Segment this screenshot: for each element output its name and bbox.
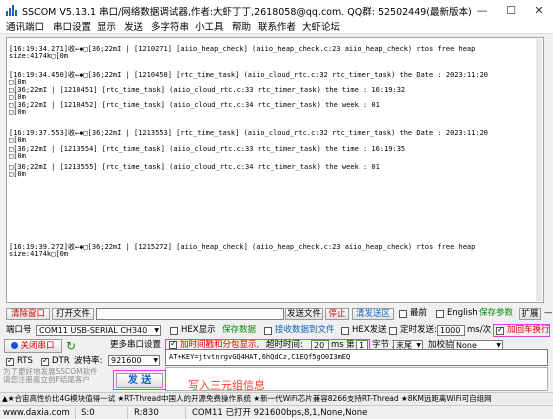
log-line: size:4174k□[0m	[9, 52, 69, 60]
port-label: 端口号	[6, 325, 32, 335]
port-open-icon	[11, 342, 19, 349]
expand-button[interactable]: 扩展	[519, 308, 541, 320]
add-crlf-checkbox[interactable]	[496, 325, 504, 335]
log-line: □[0m	[9, 136, 26, 144]
received-count: R:830	[131, 407, 186, 419]
open-file-button[interactable]: 打开文件	[52, 308, 94, 320]
log-line: □[0m	[9, 152, 26, 160]
send-text-input[interactable]: AT+KEY=jtvtnrgvGQ4HAT,6hQdCz,C1EQf5gO0I3…	[165, 349, 548, 366]
clear-send-area-button[interactable]: 清发送区	[352, 308, 394, 320]
hex-send-label: HEX发送	[352, 325, 387, 335]
log-line: size:4174k□[0m	[9, 250, 69, 258]
recv-to-file-checkbox[interactable]	[264, 327, 272, 335]
baud-label: 波特率:	[74, 356, 103, 366]
close-port-button[interactable]: 关闭串口	[4, 339, 62, 353]
log-line: □[0m	[9, 170, 26, 178]
timed-send-checkbox[interactable]	[389, 327, 397, 335]
receive-log[interactable]: [16:19:34.271]收←◆□[36;22mI | [1210271] […	[6, 37, 544, 303]
log-line: □[36;22mI | [1213554] [rtc_time_task] (a…	[9, 145, 406, 153]
rts-checkbox[interactable]	[6, 356, 14, 366]
maximize-button[interactable]: ☐	[497, 0, 525, 21]
sscom-window: SSCOM V5.13.1 串口/网络数据调试器,作者:大虾丁丁,2618058…	[0, 0, 553, 419]
log-line: [16:19:34.271]收←◆□[36;22mI | [1210271] […	[9, 45, 476, 53]
menu-comm-port[interactable]: 通讯端口	[6, 21, 44, 34]
log-line: [16:19:39.272]收←◆□[36;22mI | [1215272] […	[9, 243, 476, 251]
website-link[interactable]: www.daxia.com	[0, 407, 76, 419]
ad-ticker[interactable]: ▲★合宙高性价比4G模块值得一试 ★RT-Thread中国人的开源免费操作系统 …	[0, 392, 553, 404]
menu-forum[interactable]: 大虾论坛	[302, 21, 340, 34]
recv-to-file-label: 接收数据到文件	[275, 325, 335, 335]
menu-display[interactable]: 显示	[97, 21, 116, 34]
menu-send[interactable]: 发送	[124, 21, 143, 34]
app-icon	[6, 5, 17, 16]
collapse-button[interactable]: —	[544, 308, 553, 319]
send-file-button[interactable]: 发送文件	[285, 308, 323, 320]
window-title: SSCOM V5.13.1 串口/网络数据调试器,作者:大虾丁丁,2618058…	[22, 7, 472, 18]
always-on-top-label: 最前	[410, 308, 428, 318]
port-status: COM11 已打开 921600bps,8,1,None,None	[192, 408, 368, 418]
log-line: □[36;22mI | [1213555] [rtc_time_task] (a…	[9, 163, 380, 171]
file-path-field[interactable]	[96, 308, 284, 320]
always-on-top-checkbox[interactable]	[399, 310, 407, 318]
save-data-button[interactable]: 保存数据	[222, 325, 256, 336]
menu-multi-string[interactable]: 多字符串	[151, 21, 189, 34]
add-crlf-label: 加回车换行	[507, 325, 550, 335]
minimize-button[interactable]: —	[468, 0, 496, 21]
timed-send-label: 定时发送:	[400, 325, 437, 335]
refresh-icon[interactable]: ↻	[66, 339, 76, 353]
hex-display-label: HEX显示	[181, 325, 216, 335]
log-line: □[36;22mI | [1210452] [rtc_time_task] (a…	[9, 101, 380, 109]
menu-contact-author[interactable]: 联系作者	[258, 21, 296, 34]
dtr-checkbox[interactable]	[41, 356, 49, 366]
clear-window-button[interactable]: 清除窗口	[6, 308, 50, 320]
hex-display-checkbox[interactable]	[170, 327, 178, 335]
promo-text: 为了更好地发展SSCOM软件 请您注册嘉立创F结尾客户	[3, 367, 98, 384]
log-line: □[0m	[9, 93, 26, 101]
english-checkbox[interactable]	[436, 310, 444, 318]
rts-label: RTS	[17, 356, 33, 366]
more-settings-button[interactable]: 更多串口设置	[110, 340, 161, 351]
menu-help[interactable]: 帮助	[232, 21, 251, 34]
save-params-button[interactable]: 保存参数	[479, 308, 513, 319]
english-label: English	[447, 308, 478, 318]
stop-button[interactable]: 停止	[325, 308, 349, 320]
close-port-label: 关闭串口	[20, 341, 55, 351]
port-select[interactable]: COM11 USB-SERIAL CH340	[36, 325, 161, 336]
sent-count: S:0	[78, 407, 128, 419]
log-scrollbar[interactable]	[536, 39, 542, 301]
log-line: □[36;22mI | [1210451] [rtc_time_task] (a…	[9, 86, 406, 94]
send-button[interactable]: 发 送	[116, 373, 163, 388]
log-line: □[0m	[9, 78, 26, 86]
close-button[interactable]: ✕	[525, 0, 553, 21]
interval-unit: ms/次	[467, 325, 492, 335]
menu-tools[interactable]: 小工具	[195, 21, 224, 34]
baud-select[interactable]: 921600	[108, 355, 160, 366]
menu-serial-settings[interactable]: 串口设置	[53, 21, 91, 34]
status-bar: www.daxia.com S:0 R:830 COM11 已打开 921600…	[0, 405, 553, 419]
annotation-text: 写入三元组信息	[188, 379, 265, 392]
log-line: [16:19:34.450]收←◆□[36;22mI | [1210450] […	[9, 71, 489, 79]
title-bar: SSCOM V5.13.1 串口/网络数据调试器,作者:大虾丁丁,2618058…	[0, 0, 553, 21]
log-line: [16:19:37.553]收←◆□[36;22mI | [1213553] […	[9, 129, 489, 137]
interval-field[interactable]: 1000	[437, 325, 465, 336]
log-line: □[0m	[9, 108, 26, 116]
timestamp-checkbox[interactable]	[169, 339, 177, 349]
dtr-label: DTR	[52, 356, 70, 366]
hex-send-checkbox[interactable]	[341, 327, 349, 335]
menu-bar: 通讯端口 串口设置 显示 发送 多字符串 小工具 帮助 联系作者 大虾论坛	[0, 21, 553, 34]
